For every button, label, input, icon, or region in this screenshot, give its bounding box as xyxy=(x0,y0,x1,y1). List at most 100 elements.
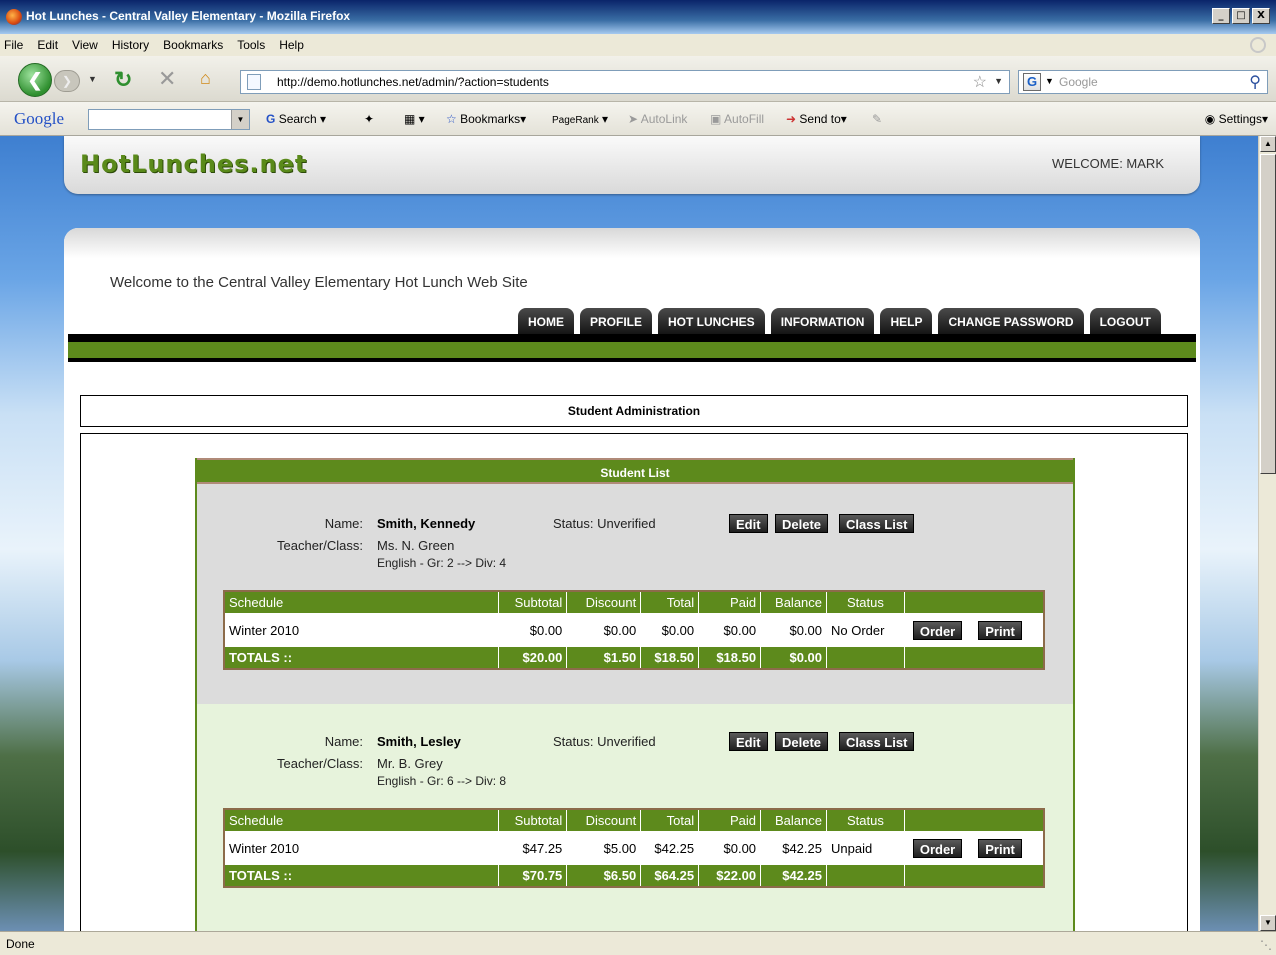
totals-paid: $22.00 xyxy=(698,865,762,887)
bookmark-star-icon: ☆ xyxy=(446,112,457,126)
settings-label: Settings xyxy=(1218,112,1262,126)
col-total: Total xyxy=(640,809,700,831)
popup-blocker-icon[interactable]: ✦ xyxy=(364,112,374,126)
settings-icon: ◉ xyxy=(1204,112,1216,126)
cell-paid: $0.00 xyxy=(698,613,762,647)
tab-information[interactable]: INFORMATION xyxy=(770,308,875,336)
stop-icon[interactable]: ✕ xyxy=(158,66,176,92)
schedule-table: Schedule Subtotal Discount Total Paid Ba… xyxy=(223,808,1045,888)
vertical-scrollbar[interactable]: ▲ ▼ xyxy=(1258,136,1276,931)
print-button[interactable]: Print xyxy=(978,620,1022,640)
class-list-button[interactable]: Class List xyxy=(839,732,915,751)
back-button[interactable]: ❮ xyxy=(18,63,52,97)
site-logo[interactable]: HotLunches.net xyxy=(80,150,307,178)
autolink-button[interactable]: ➤ AutoLink xyxy=(628,112,687,126)
cell-paid: $0.00 xyxy=(698,831,762,865)
totals-row: TOTALS :: $70.75 $6.50 $64.25 $22.00 $42… xyxy=(224,865,1045,887)
settings-button[interactable]: ◉ Settings▾ xyxy=(1205,112,1268,126)
bookmark-star-icon[interactable]: ☆ xyxy=(973,72,987,92)
search-box[interactable]: G ▼ Google ⚲ xyxy=(1018,70,1268,94)
scrollbar-thumb[interactable] xyxy=(1260,154,1276,474)
google-engine-icon[interactable]: G xyxy=(1023,73,1041,91)
order-button[interactable]: Order xyxy=(912,620,963,640)
menu-history[interactable]: History xyxy=(112,38,149,52)
tab-help[interactable]: HELP xyxy=(880,308,933,336)
menu-view[interactable]: View xyxy=(72,38,98,52)
news-icon[interactable]: ▦ ▾ xyxy=(404,112,425,126)
teacher-name: Ms. N. Green xyxy=(377,538,455,553)
class-list-button[interactable]: Class List xyxy=(839,514,915,533)
menu-file[interactable]: File xyxy=(4,38,23,52)
teacher-label: Teacher/Class: xyxy=(277,756,363,771)
autolink-label: AutoLink xyxy=(640,112,688,126)
totals-subtotal: $70.75 xyxy=(498,865,568,887)
autolink-icon: ➤ xyxy=(628,112,639,126)
edit-button[interactable]: Edit xyxy=(729,514,768,533)
sendto-button[interactable]: ➜ Send to▾ xyxy=(786,112,847,126)
reload-icon[interactable]: ↻ xyxy=(114,67,132,93)
scroll-down-arrow-icon[interactable]: ▼ xyxy=(1260,915,1276,931)
close-button[interactable]: X xyxy=(1252,8,1270,24)
col-paid: Paid xyxy=(698,591,762,613)
resize-grip-icon[interactable]: ⋱ xyxy=(1260,938,1272,952)
edit-button[interactable]: Edit xyxy=(729,732,768,751)
student-name: Smith, Lesley xyxy=(377,734,461,749)
intro-text: Welcome to the Central Valley Elementary… xyxy=(110,274,528,291)
tab-profile[interactable]: PROFILE xyxy=(580,308,653,336)
highlighter-icon[interactable]: ✎ xyxy=(872,112,882,126)
tab-home[interactable]: HOME xyxy=(518,308,574,336)
google-search-dropdown-icon[interactable]: ▼ xyxy=(231,110,249,129)
cell-actions: Order Print xyxy=(904,831,1045,865)
pagerank-label: PageRank xyxy=(552,115,599,126)
order-button[interactable]: Order xyxy=(912,838,963,858)
student-card: Name: Smith, Lesley Status: Unverified E… xyxy=(197,704,1073,931)
status-text: Done xyxy=(6,937,35,951)
menu-bookmarks[interactable]: Bookmarks xyxy=(163,38,223,52)
menu-help[interactable]: Help xyxy=(279,38,304,52)
tab-hot-lunches[interactable]: HOT LUNCHES xyxy=(658,308,765,336)
search-placeholder[interactable]: Google xyxy=(1059,75,1098,89)
tab-change-password[interactable]: CHANGE PASSWORD xyxy=(938,308,1084,336)
col-subtotal: Subtotal xyxy=(498,591,568,613)
tab-logout[interactable]: LOGOUT xyxy=(1089,308,1161,336)
print-button[interactable]: Print xyxy=(978,838,1022,858)
table-header-row: Schedule Subtotal Discount Total Paid Ba… xyxy=(224,809,1045,831)
delete-button[interactable]: Delete xyxy=(775,514,829,533)
totals-actions-empty xyxy=(904,647,1045,669)
student-status: Status: Unverified xyxy=(553,734,656,749)
window-controls: _ □ X xyxy=(1212,8,1270,24)
history-dropdown-icon[interactable]: ▼ xyxy=(88,74,97,84)
delete-button[interactable]: Delete xyxy=(775,732,829,751)
totals-label: TOTALS :: xyxy=(224,647,500,669)
pagerank-indicator[interactable]: PageRank ▾ xyxy=(552,112,608,126)
cell-total: $42.25 xyxy=(640,831,700,865)
google-logo: Google xyxy=(14,109,65,128)
student-status: Status: Unverified xyxy=(553,516,656,531)
search-icon[interactable]: ⚲ xyxy=(1249,72,1261,92)
maximize-button[interactable]: □ xyxy=(1232,8,1250,24)
google-search-button[interactable]: G Search ▾ xyxy=(266,112,326,126)
forward-button[interactable]: ❯ xyxy=(54,70,80,92)
menu-tools[interactable]: Tools xyxy=(237,38,265,52)
url-dropdown-icon[interactable]: ▼ xyxy=(994,76,1003,86)
cell-balance: $42.25 xyxy=(760,831,827,865)
cell-balance: $0.00 xyxy=(760,613,828,647)
scroll-up-arrow-icon[interactable]: ▲ xyxy=(1260,136,1276,152)
schedule-table: Schedule Subtotal Discount Total Paid Ba… xyxy=(223,590,1045,670)
totals-balance: $0.00 xyxy=(760,647,828,669)
page-icon xyxy=(247,74,261,90)
bookmarks-button[interactable]: ☆ Bookmarks▾ xyxy=(446,112,526,126)
minimize-button[interactable]: _ xyxy=(1212,8,1230,24)
sendto-icon: ➜ xyxy=(786,112,797,126)
search-engine-dropdown-icon[interactable]: ▼ xyxy=(1045,76,1054,86)
table-header-row: Schedule Subtotal Discount Total Paid Ba… xyxy=(224,591,1045,613)
url-text[interactable]: http://demo.hotlunches.net/admin/?action… xyxy=(277,75,549,89)
totals-row: TOTALS :: $20.00 $1.50 $18.50 $18.50 $0.… xyxy=(224,647,1045,669)
url-bar[interactable]: http://demo.hotlunches.net/admin/?action… xyxy=(240,70,1010,94)
home-icon[interactable]: ⌂ xyxy=(200,68,211,89)
menu-edit[interactable]: Edit xyxy=(37,38,58,52)
menu-bar: File Edit View History Bookmarks Tools H… xyxy=(0,34,1276,56)
autofill-button[interactable]: ▣ AutoFill xyxy=(710,112,764,126)
site-body-band xyxy=(64,228,1200,258)
google-toolbar-search-input[interactable]: ▼ xyxy=(88,109,250,130)
